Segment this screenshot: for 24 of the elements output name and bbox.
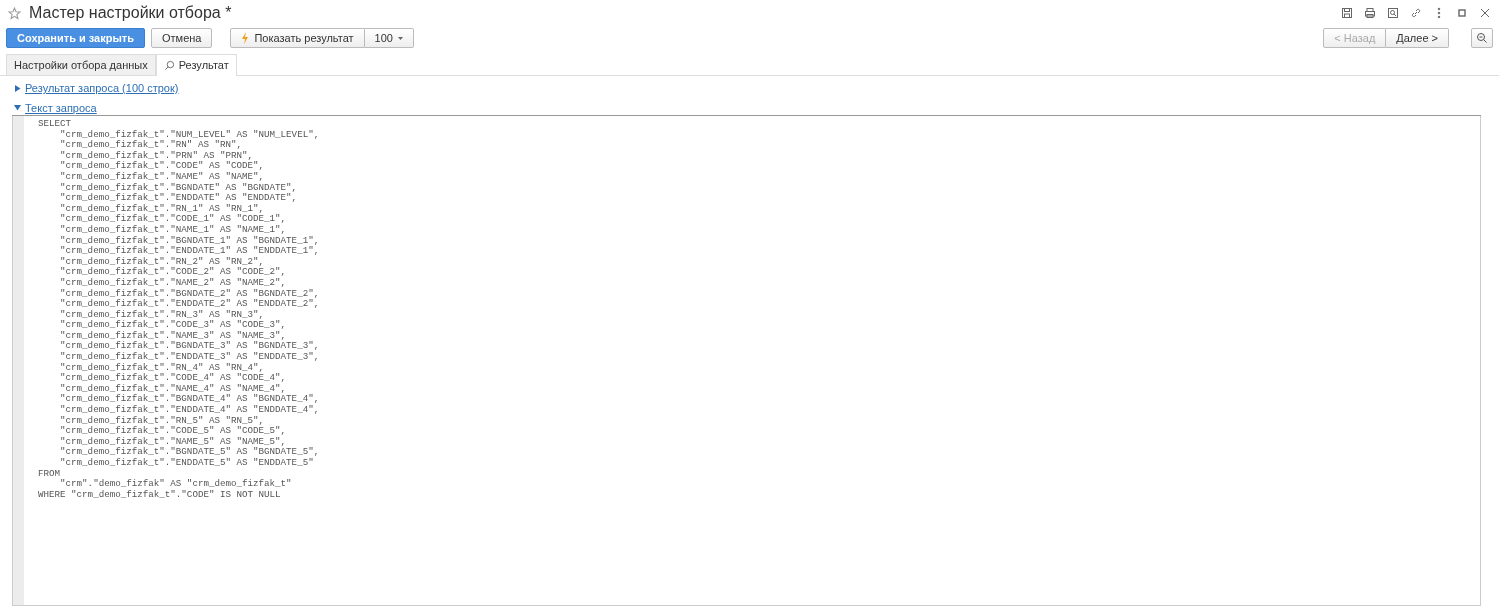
query-text: SELECT "crm_demo_fizfak_t"."NUM_LEVEL" AS "NUM_LEVEL", "crm_demo_fizfak_t"."RN" AS "RN", "crm_demo_fizfak_t"."PRN" AS "PRN", "crm_demo_fizfak_t"."CODE" AS "CODE", "crm_demo_fizfak_t"."NAME" AS "NAME", "crm_demo_fizfak_t"."BGNDATE" AS "BGNDATE", "crm_demo_fizfak_t"."ENDDATE" AS "ENDDATE", "crm_demo_fizfak_t"."RN_1" AS "RN_1", "crm_demo_fizfak_t"."CODE_1" AS "CODE_1", "crm_demo_fizfak_t"."NAME_1" AS "NAME_1", "crm_demo_fizfak_t"."BGNDATE_1" AS "BGNDATE_1", "crm_demo_fizfak_t"."ENDDATE_1" AS "ENDDATE_1", "crm_demo_fizfak_t"."RN_2" AS "RN_2", "crm_demo_fizfak_t"."CODE_2" AS "CODE_2", "crm_demo_fizfak_t"."NAME_2" AS "NAME_2", "crm_demo_fizfak_t"."BGNDATE_2" AS "BGNDATE_2", "crm_demo_fizfak_t"."ENDDATE_2" AS "ENDDATE_2", "crm_demo_fizfak_t"."RN_3" AS "RN_3", "crm_demo_fizfak_t"."CODE_3" AS "CODE_3", "crm_demo_fizfak_t"."NAME_3" AS "NAME_3", "crm_demo_fizfak_t"."BGNDATE_3" AS "BGNDATE_3", "crm_demo_fizfak_t"."ENDDATE_3" AS "ENDDATE_3", "crm_demo_fizfak_t"."RN_4" AS "RN_4", "crm_demo_fizfak_t"."CODE_4" AS "CODE_4", "crm_demo_fizfak_t"."NAME_4" AS "NAME_4", "crm_demo_fizfak_t"."BGNDATE_4" AS "BGNDATE_4", "crm_demo_fizfak_t"."ENDDATE_4" AS "ENDDATE_4", "crm_demo_fizfak_t"."RN_5" AS "RN_5", "crm_demo_fizfak_t"."CODE_5" AS "CODE_5", "crm_demo_fizfak_t"."NAME_5" AS "NAME_5", "crm_demo_fizfak_t"."BGNDATE_5" AS "BGNDATE_5", "crm_demo_fizfak_t"."ENDDATE_5" AS "ENDDATE_5" FROM "crm"."demo_fizfak" AS "crm_demo_fizfak_t" WHERE "crm_demo_fizfak_t"."CODE" IS NOT NULL	[38, 119, 320, 502]
cancel-button[interactable]: Отмена	[151, 28, 213, 48]
zoom-out-button[interactable]	[1471, 28, 1493, 48]
section-toggle-link[interactable]: Результат запроса (100 строк)	[14, 81, 179, 95]
preview-icon[interactable]	[1387, 7, 1399, 19]
lightning-icon	[241, 32, 250, 44]
search-icon	[163, 59, 175, 71]
favorite-star-icon[interactable]	[8, 6, 21, 20]
window-title: Мастер настройки отбора *	[29, 4, 232, 22]
section-toggle-link[interactable]: Текст запроса	[14, 100, 97, 115]
save-icon[interactable]	[1341, 7, 1353, 19]
print-icon[interactable]	[1364, 7, 1376, 19]
show-result-button[interactable]: Показать результат	[230, 28, 365, 48]
tab[interactable]: Результат	[155, 54, 237, 76]
limit-dropdown[interactable]: 100	[364, 28, 414, 48]
link-icon[interactable]	[1410, 7, 1422, 19]
next-button[interactable]: Далее >	[1386, 28, 1449, 48]
expanded-triangle-icon	[14, 104, 21, 111]
collapsed-triangle-icon	[14, 84, 21, 92]
maximize-icon[interactable]	[1456, 7, 1468, 19]
close-icon[interactable]	[1479, 7, 1491, 19]
tab[interactable]: Настройки отбора данных	[6, 54, 156, 75]
zoom-out-icon	[1476, 32, 1488, 44]
dropdown-caret-icon	[397, 36, 403, 40]
